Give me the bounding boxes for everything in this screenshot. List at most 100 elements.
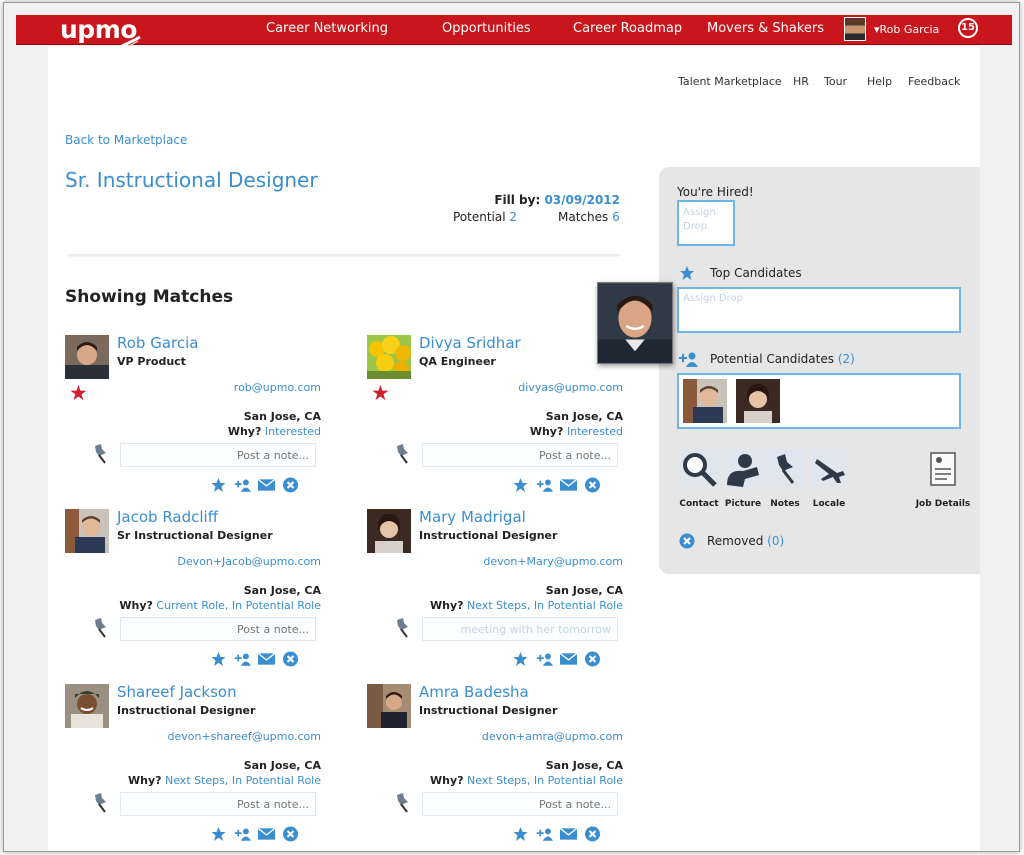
candidate-panel: You're Hired! Assign Drop Top Candidates… bbox=[659, 167, 980, 574]
pushpin-icon[interactable] bbox=[391, 443, 415, 465]
dragged-candidate-photo[interactable] bbox=[597, 282, 673, 364]
removed-section[interactable]: Removed (0) bbox=[679, 533, 784, 549]
candidate-email[interactable]: divyas@upmo.com bbox=[518, 381, 623, 394]
top-candidates-drop-zone[interactable]: Assign Drop bbox=[677, 287, 961, 333]
candidate-email[interactable]: rob@upmo.com bbox=[234, 381, 321, 394]
note-input[interactable] bbox=[120, 617, 316, 641]
candidate-name[interactable]: Jacob Radcliff bbox=[117, 508, 218, 526]
candidate-photo[interactable] bbox=[65, 684, 109, 728]
candidate-card: Amra Badesha Instructional Designer devo… bbox=[367, 683, 623, 851]
star-icon[interactable] bbox=[512, 477, 529, 493]
subnav-talent-marketplace[interactable]: Talent Marketplace bbox=[678, 75, 782, 88]
add-user-icon[interactable] bbox=[234, 651, 251, 667]
removed-count: (0) bbox=[767, 534, 785, 548]
card-actions bbox=[210, 651, 299, 667]
nav-career-networking[interactable]: Career Networking bbox=[266, 21, 388, 36]
candidate-why: Why? Next Steps, In Potential Role bbox=[128, 774, 321, 787]
picture-tool[interactable]: Picture bbox=[721, 449, 765, 509]
remove-icon[interactable] bbox=[584, 651, 601, 667]
matches-count: Matches 6 bbox=[558, 210, 620, 224]
candidate-email[interactable]: devon+amra@upmo.com bbox=[482, 730, 623, 743]
candidate-role: Instructional Designer bbox=[419, 704, 558, 717]
matches-value[interactable]: 6 bbox=[612, 210, 620, 224]
remove-icon[interactable] bbox=[282, 477, 299, 493]
candidate-email[interactable]: devon+shareef@upmo.com bbox=[167, 730, 321, 743]
user-name[interactable]: ▾Rob Garcia bbox=[874, 23, 939, 36]
nav-movers-shakers[interactable]: Movers & Shakers bbox=[707, 21, 824, 36]
star-icon[interactable] bbox=[512, 826, 529, 842]
notification-badge[interactable]: 15 bbox=[958, 18, 978, 38]
email-icon[interactable] bbox=[560, 651, 577, 667]
candidate-location: San Jose, CA bbox=[243, 584, 321, 597]
note-input[interactable] bbox=[422, 443, 618, 467]
candidate-email[interactable]: Devon+Jacob@upmo.com bbox=[177, 555, 321, 568]
candidate-photo[interactable] bbox=[367, 335, 411, 379]
job-details-tool[interactable]: Job Details bbox=[913, 449, 973, 509]
candidate-photo[interactable] bbox=[65, 335, 109, 379]
pushpin-icon[interactable] bbox=[89, 443, 113, 465]
starred-icon[interactable]: ★ bbox=[69, 383, 88, 404]
back-to-marketplace-link[interactable]: Back to Marketplace bbox=[65, 133, 187, 147]
nav-opportunities[interactable]: Opportunities bbox=[442, 21, 531, 36]
email-icon[interactable] bbox=[258, 477, 275, 493]
star-icon[interactable] bbox=[210, 826, 227, 842]
note-input[interactable] bbox=[422, 617, 618, 641]
email-icon[interactable] bbox=[258, 651, 275, 667]
star-icon[interactable] bbox=[210, 477, 227, 493]
potential-candidates-text: Potential Candidates bbox=[710, 352, 834, 366]
candidate-location: San Jose, CA bbox=[243, 759, 321, 772]
candidate-name[interactable]: Mary Madrigal bbox=[419, 508, 526, 526]
pushpin-icon[interactable] bbox=[89, 792, 113, 814]
candidate-card: Jacob Radcliff Sr Instructional Designer… bbox=[65, 508, 321, 679]
document-icon bbox=[923, 449, 963, 489]
remove-icon[interactable] bbox=[584, 477, 601, 493]
potential-value[interactable]: 2 bbox=[509, 210, 517, 224]
candidate-photo[interactable] bbox=[65, 509, 109, 553]
add-user-icon[interactable] bbox=[536, 651, 553, 667]
note-input[interactable] bbox=[120, 792, 316, 816]
candidate-name[interactable]: Divya Sridhar bbox=[419, 334, 521, 352]
add-user-icon[interactable] bbox=[536, 826, 553, 842]
candidate-email[interactable]: devon+Mary@upmo.com bbox=[483, 555, 623, 568]
subnav-tour[interactable]: Tour bbox=[824, 75, 847, 88]
remove-icon[interactable] bbox=[282, 651, 299, 667]
why-value: Interested bbox=[566, 425, 623, 438]
remove-icon[interactable] bbox=[282, 826, 299, 842]
subnav-help[interactable]: Help bbox=[867, 75, 892, 88]
add-user-icon[interactable] bbox=[234, 477, 251, 493]
potential-candidate-thumb[interactable] bbox=[736, 379, 780, 423]
note-input[interactable] bbox=[422, 792, 618, 816]
star-icon[interactable] bbox=[512, 651, 529, 667]
hired-drop-zone[interactable]: Assign Drop bbox=[677, 200, 735, 246]
candidate-name[interactable]: Shareef Jackson bbox=[117, 683, 237, 701]
note-input[interactable] bbox=[120, 443, 316, 467]
candidate-photo[interactable] bbox=[367, 684, 411, 728]
email-icon[interactable] bbox=[560, 477, 577, 493]
potential-candidates-drop-zone[interactable] bbox=[677, 373, 961, 429]
add-user-icon[interactable] bbox=[536, 477, 553, 493]
candidate-name[interactable]: Amra Badesha bbox=[419, 683, 529, 701]
star-icon bbox=[680, 266, 694, 280]
notes-tool[interactable]: Notes bbox=[763, 449, 807, 509]
email-icon[interactable] bbox=[560, 826, 577, 842]
user-menu[interactable]: ▾Rob Garcia bbox=[844, 17, 939, 41]
pushpin-icon[interactable] bbox=[391, 792, 415, 814]
subnav-hr[interactable]: HR bbox=[793, 75, 809, 88]
contact-tool[interactable]: Contact bbox=[677, 449, 721, 509]
nav-career-roadmap[interactable]: Career Roadmap bbox=[573, 21, 682, 36]
candidate-photo[interactable] bbox=[367, 509, 411, 553]
potential-candidate-thumb[interactable] bbox=[683, 379, 727, 423]
pushpin-icon[interactable] bbox=[89, 617, 113, 639]
subnav-feedback[interactable]: Feedback bbox=[908, 75, 960, 88]
pushpin-icon[interactable] bbox=[391, 617, 415, 639]
candidate-role: Sr Instructional Designer bbox=[117, 529, 273, 542]
add-user-icon[interactable] bbox=[234, 826, 251, 842]
candidate-name[interactable]: Rob Garcia bbox=[117, 334, 198, 352]
email-icon[interactable] bbox=[258, 826, 275, 842]
candidate-location: San Jose, CA bbox=[243, 410, 321, 423]
star-icon[interactable] bbox=[210, 651, 227, 667]
locale-tool[interactable]: Locale bbox=[807, 449, 851, 509]
contact-tool-label: Contact bbox=[679, 499, 719, 509]
starred-icon[interactable]: ★ bbox=[371, 383, 390, 404]
remove-icon[interactable] bbox=[584, 826, 601, 842]
